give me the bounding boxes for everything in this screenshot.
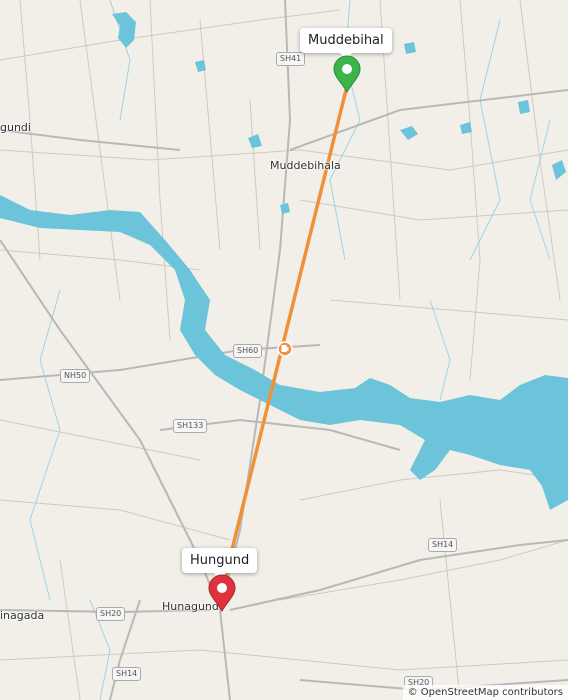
origin-marker-pin-icon[interactable] <box>332 55 362 93</box>
destination-marker-pin-icon[interactable] <box>207 574 237 612</box>
place-label-inagada: inagada <box>0 609 45 622</box>
origin-marker-label[interactable]: Muddebihal <box>300 28 392 59</box>
road-shield-nh50: NH50 <box>60 369 91 383</box>
road-shield-sh14-south: SH14 <box>112 667 142 681</box>
place-label-gundi: gundi <box>0 121 31 134</box>
map-attribution[interactable]: © OpenStreetMap contributors <box>402 685 568 700</box>
road-shield-sh14-east: SH14 <box>428 538 458 552</box>
map-canvas[interactable]: Muddebihala Hunagund gundi inagada SH41 … <box>0 0 568 700</box>
fuel-station-icon <box>277 341 293 357</box>
destination-marker-label[interactable]: Hungund <box>182 548 258 579</box>
road-shield-sh20: SH20 <box>96 607 126 621</box>
road-shield-sh133: SH133 <box>173 419 208 433</box>
road-shield-sh41: SH41 <box>276 52 306 66</box>
place-label-muddebihala: Muddebihala <box>270 159 341 172</box>
map-base-layer <box>0 0 568 700</box>
road-shield-sh60: SH60 <box>233 344 263 358</box>
